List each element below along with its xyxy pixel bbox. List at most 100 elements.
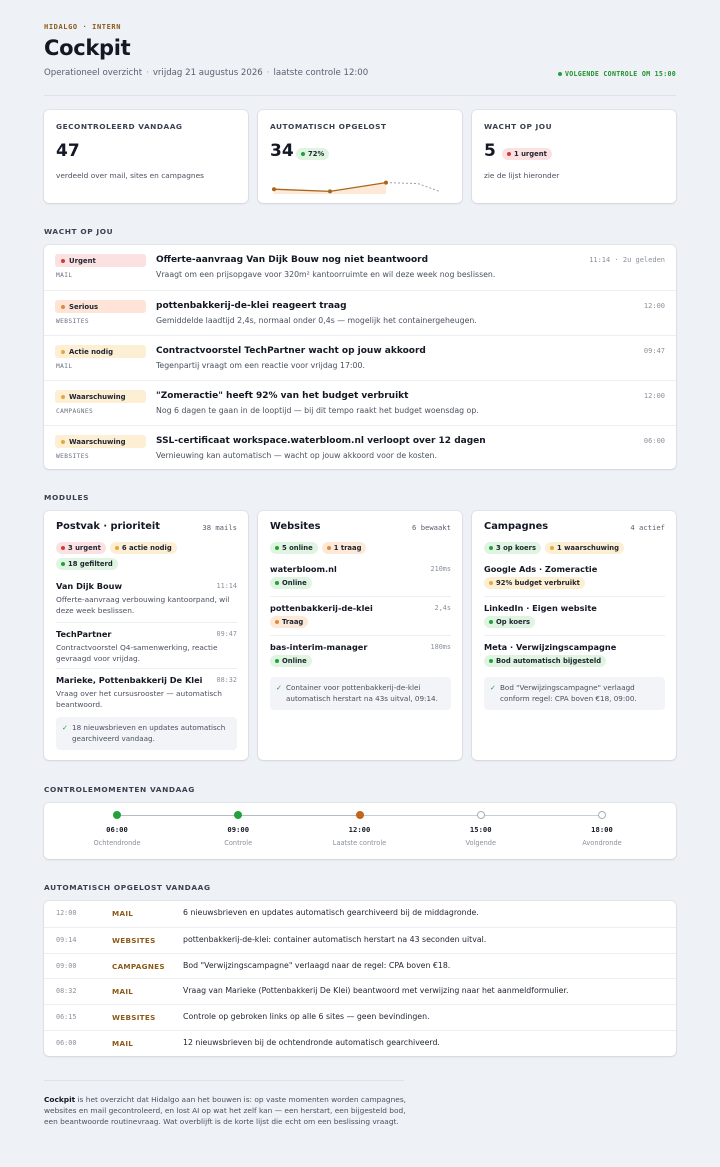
timeline-dot-future [476, 811, 485, 819]
attention-item[interactable]: Waarschuwing WEBSITES SSL-certificaat work… [44, 425, 676, 470]
campaign-status-pills: 3 op koers 1 waarschuwing [484, 542, 664, 554]
stat-label: WACHT OP JOU [484, 122, 553, 131]
mail-snippet: Contractvoorstel Q4-samenwerking, reacti… [56, 643, 218, 663]
timeline-segment [359, 815, 481, 816]
log-row[interactable]: 09:00 CAMPAGNES Bod "Verwijzingscampagne" … [44, 952, 676, 979]
auto-percentage-badge: 72% [296, 148, 330, 160]
item-name: Google Ads · Zomeractie [484, 564, 598, 574]
module-count: 6 bewaakt [412, 523, 451, 532]
timeline-dot-done [113, 811, 121, 819]
mail-sender: TechPartner [56, 629, 112, 639]
log-text: Bod "Verwijzingscampagne" verlaagd naar … [183, 960, 451, 970]
website-item[interactable]: pottenbakkerij-de-klei 2,4s Traag [270, 603, 451, 628]
item-name: bas-interim-manager [270, 642, 368, 652]
attention-body: Gemiddelde laadtijd 2,4s, normaal onder … [156, 316, 477, 325]
attention-time: 06:00 [643, 437, 665, 445]
attention-item[interactable]: Actie nodig MAIL Contractvoorstel TechPart… [44, 335, 676, 380]
divider [484, 635, 665, 636]
footer-divider [44, 1080, 404, 1081]
module-websites[interactable]: Websites 6 bewaakt 5 online 1 traag water… [258, 511, 462, 760]
channel-label: MAIL [56, 272, 73, 279]
item-status-pill: Bod automatisch bijgesteld [484, 655, 607, 667]
campaign-item[interactable]: LinkedIn · Eigen website Op koers [484, 603, 665, 628]
log-channel: MAIL [112, 1039, 134, 1048]
website-item[interactable]: waterbloom.nl 210ms Online [270, 564, 451, 589]
stat-description: zie de lijst hieronder [484, 171, 560, 180]
stat-value: 34 [270, 141, 294, 161]
log-row[interactable]: 06:15 WEBSITES Controle op gebroken links … [44, 1004, 676, 1030]
mail-item[interactable]: Van Dijk Bouw 11:14 Offerte-aanvraag verbo… [56, 581, 237, 616]
attention-time: 12:00 [643, 302, 665, 310]
mail-sender: Marieke, Pottenbakkerij De Klei [56, 675, 203, 685]
attention-body: Nog 6 dagen te gaan in de looptijd — bij… [156, 406, 479, 415]
footer-description: Cockpit is het overzicht dat Hidalgo aan… [44, 1094, 414, 1128]
log-row[interactable]: 06:00 MAIL 12 nieuwsbrieven bij de ochtend… [44, 1030, 676, 1056]
stat-card-waiting[interactable]: WACHT OP JOU 5 1 urgent zie de lijst hie… [472, 110, 676, 203]
mail-item[interactable]: Marieke, Pottenbakkerij De Klei 08:32 Vraa… [56, 675, 237, 710]
attention-time: 11:14 · 2u geleden [589, 256, 665, 264]
attention-title: pottenbakkerij-de-klei reageert traag [156, 301, 347, 311]
campaign-item[interactable]: Google Ads · Zomeractie 92% budget verbru… [484, 564, 665, 589]
status-pill: 1 waarschuwing [545, 542, 624, 554]
check-icon: ✓ [276, 684, 282, 692]
attention-item[interactable]: Serious WEBSITES pottenbakkerij-de-klei re… [44, 290, 676, 335]
response-time: 210ms [430, 565, 451, 573]
section-label-modules: MODULES [44, 493, 90, 502]
attention-title: "Zomeractie" heeft 92% van het budget ve… [156, 391, 409, 401]
sparkline-projection [385, 182, 441, 193]
item-status-pill: Op koers [484, 616, 536, 628]
log-time: 09:14 [56, 935, 77, 944]
timeline-time: 12:00 [348, 825, 371, 834]
divider [270, 596, 451, 597]
campaigns-auto-note: ✓ Bod "Verwijzingscampagne" verlaagd conf… [484, 677, 665, 710]
log-time: 06:00 [56, 1039, 77, 1047]
mail-time: 11:14 [216, 582, 237, 590]
item-name: pottenbakkerij-de-klei [270, 603, 373, 613]
campaign-item[interactable]: Meta · Verwijzingscampagne Bod automatisc… [484, 642, 665, 667]
log-row[interactable]: 12:00 MAIL 6 nieuwsbrieven en updates auto… [44, 901, 676, 927]
auto-resolved-sparkline [272, 180, 441, 194]
check-icon: ✓ [490, 684, 496, 692]
footer-text: is het overzicht dat Hidalgo aan het bou… [44, 1095, 407, 1127]
mail-item[interactable]: TechPartner 09:47 Contractvoorstel Q4-same… [56, 629, 237, 664]
website-item[interactable]: bas-interim-manager 180ms Online [270, 642, 451, 667]
item-status-pill: Online [270, 577, 312, 589]
channel-label: WEBSITES [56, 453, 90, 460]
module-mail[interactable]: Postvak · prioriteit 38 mails 3 urgent 6 … [44, 511, 248, 760]
log-row[interactable]: 09:14 WEBSITES pottenbakkerij-de-klei: con… [44, 926, 676, 953]
mail-status-pills: 3 urgent 6 actie nodig 18 gefilterd [56, 542, 236, 570]
timeline-dot-done [234, 811, 243, 819]
attention-item[interactable]: Waarschuwing CAMPAGNES "Zomeractie" heeft … [44, 380, 676, 425]
module-title: Websites [270, 521, 321, 532]
attention-body: Tegenpartij vraagt om een reactie voor v… [156, 361, 365, 370]
urgent-badge: 1 urgent [502, 148, 552, 160]
timeline-label: Avondronde [582, 839, 622, 847]
attention-title: Contractvoorstel TechPartner wacht op jo… [156, 346, 426, 356]
stat-label: AUTOMATISCH OPGELOST [270, 122, 387, 131]
website-status-pills: 5 online 1 traag [270, 542, 450, 554]
status-dot-icon [557, 72, 562, 76]
log-time: 09:00 [56, 961, 77, 970]
subtitle-overview: Operationeel overzicht [44, 68, 143, 78]
attention-body: Vraagt om een prijsopgave voor 320m² kan… [156, 270, 496, 279]
attention-time: 09:47 [643, 347, 665, 355]
log-text: 6 nieuwsbrieven en updates automatisch g… [183, 908, 479, 917]
stat-card-checked[interactable]: GECONTROLEERD VANDAAG 47 verdeeld over m… [44, 110, 248, 203]
stat-value: 47 [56, 141, 80, 161]
mail-snippet: Vraag over het cursusrooster — automatis… [56, 689, 222, 709]
timeline-dot-future [598, 811, 606, 819]
channel-label: MAIL [56, 363, 73, 370]
stat-card-auto-resolved[interactable]: AUTOMATISCH OPGELOST 34 72% [258, 110, 462, 203]
item-status-pill: 92% budget verbruikt [484, 577, 585, 589]
next-check-text: VOLGENDE CONTROLE OM 15:00 [564, 70, 676, 78]
module-campaigns[interactable]: Campagnes 4 actief 3 op koers 1 waarschuw… [472, 511, 676, 760]
sparkline-point [384, 180, 388, 185]
attention-item[interactable]: Urgent MAIL Offerte-aanvraag Van Dijk Bouw… [44, 245, 676, 290]
priority-tag: Urgent [55, 254, 146, 267]
header-divider [44, 95, 676, 96]
divider [56, 668, 237, 669]
item-name: waterbloom.nl [270, 564, 337, 574]
log-text: Vraag van Marieke (Pottenbakkerij De Kle… [183, 986, 569, 996]
divider [56, 622, 237, 623]
log-row[interactable]: 08:32 MAIL Vraag van Marieke (Pottenbakker… [44, 978, 676, 1004]
